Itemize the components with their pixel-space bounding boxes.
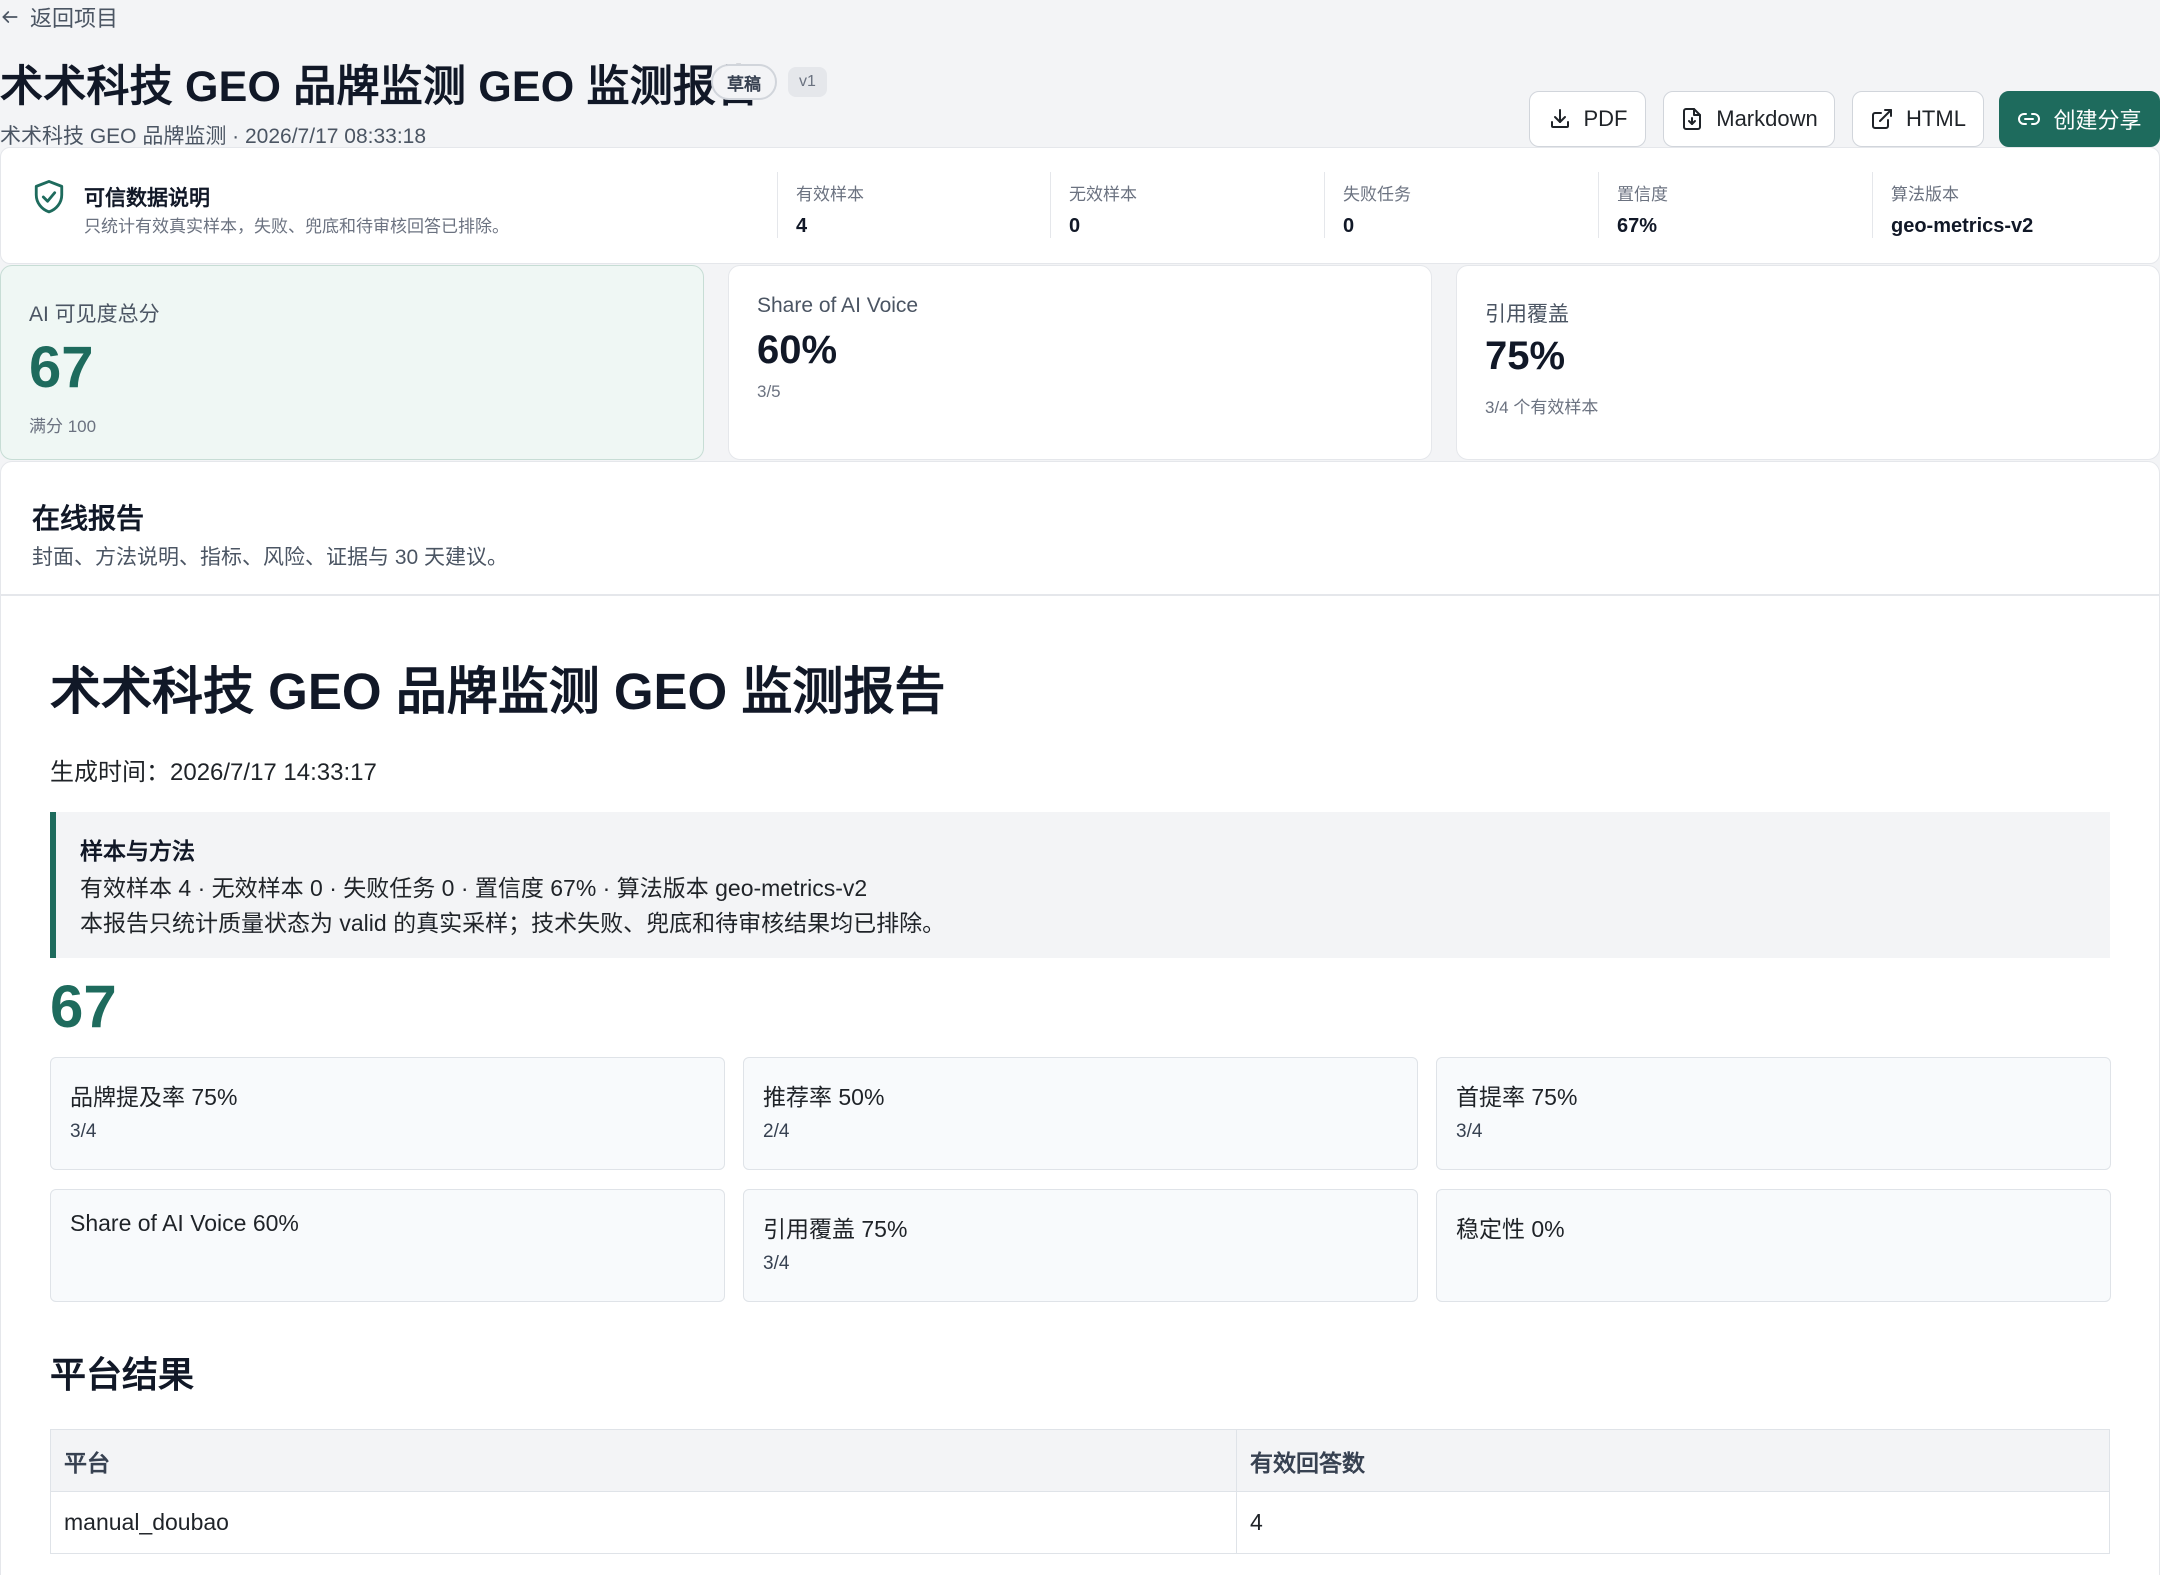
shield-check-icon: [34, 180, 64, 214]
method-summary: 有效样本 4 · 无效样本 0 · 失败任务 0 · 置信度 67% · 算法版…: [80, 875, 868, 901]
platform-results-title: 平台结果: [50, 1354, 195, 1395]
kpi-label: 推荐率 50%: [763, 1084, 885, 1110]
metric-value: 67: [29, 335, 94, 400]
kpi-card-first-mention: 首提率 75% 3/4: [1436, 1057, 2111, 1170]
column-header-valid-answers: 有效回答数: [1236, 1429, 2110, 1492]
stat-value: geo-metrics-v2: [1891, 215, 2034, 237]
back-link[interactable]: 返回项目: [0, 2, 118, 32]
metric-sub: 3/4 个有效样本: [1485, 398, 1599, 417]
online-report-panel: [0, 461, 2160, 1575]
table-header-row: 平台 有效回答数: [50, 1429, 2110, 1492]
metric-value: 75%: [1485, 334, 1566, 378]
file-download-icon: [1683, 108, 1702, 130]
kpi-card-citation-coverage: 引用覆盖 75% 3/4: [743, 1189, 1418, 1302]
trust-title: 可信数据说明: [84, 187, 210, 210]
back-link-label: 返回项目: [30, 6, 119, 31]
metric-sub: 满分 100: [29, 417, 97, 436]
metric-card-citation-coverage: 引用覆盖 75% 3/4 个有效样本: [1456, 265, 2160, 460]
version-badge: v1: [788, 67, 827, 97]
kpi-card-recommendation: 推荐率 50% 2/4: [743, 1057, 1418, 1170]
metric-card-visibility-score: AI 可见度总分 67 满分 100: [0, 265, 704, 460]
page-subtitle: 术术科技 GEO 品牌监测 · 2026/7/17 08:33:18: [0, 125, 427, 148]
kpi-label: 引用覆盖 75%: [763, 1216, 908, 1242]
stat-value: 0: [1069, 215, 1081, 237]
online-report-description: 封面、方法说明、指标、风险、证据与 30 天建议。: [32, 546, 509, 569]
stat-value: 67%: [1617, 215, 1658, 237]
kpi-label: 首提率 75%: [1456, 1084, 1578, 1110]
stat-label: 有效样本: [796, 185, 864, 204]
stat-confidence: 置信度 67%: [1598, 172, 1668, 238]
column-header-platform: 平台: [50, 1429, 1237, 1492]
kpi-sub: 3/4: [1456, 1121, 1483, 1142]
online-report-title: 在线报告: [32, 503, 145, 534]
metric-label: Share of AI Voice: [757, 294, 919, 317]
kpi-label: Share of AI Voice 60%: [70, 1210, 299, 1236]
export-pdf-label: PDF: [1583, 106, 1628, 131]
kpi-card-share-of-voice: Share of AI Voice 60%: [50, 1189, 725, 1302]
stat-label: 置信度: [1617, 185, 1668, 204]
export-markdown-label: Markdown: [1716, 106, 1818, 131]
stat-algorithm-version: 算法版本 geo-metrics-v2: [1872, 172, 2033, 238]
kpi-sub: 2/4: [763, 1121, 790, 1142]
export-markdown-button[interactable]: Markdown: [1663, 91, 1835, 147]
kpi-sub: 3/4: [763, 1253, 790, 1274]
kpi-label: 稳定性 0%: [1456, 1216, 1565, 1242]
table-row: manual_doubao 4: [50, 1491, 2110, 1554]
external-link-icon: [1872, 109, 1893, 129]
stat-failed-tasks: 失败任务 0: [1324, 172, 1411, 238]
table-cell-valid-answers: 4: [1236, 1491, 2110, 1554]
stat-value: 4: [796, 215, 808, 237]
link-icon: [2018, 113, 2041, 125]
stat-label: 无效样本: [1069, 185, 1137, 204]
status-badge: 草稿: [711, 64, 777, 100]
export-pdf-button[interactable]: PDF: [1529, 91, 1646, 147]
report-generated-time: 生成时间：2026/7/17 14:33:17: [50, 759, 377, 786]
report-score: 67: [50, 973, 117, 1040]
kpi-card-brand-mention: 品牌提及率 75% 3/4: [50, 1057, 725, 1170]
table-cell-platform: manual_doubao: [50, 1491, 1237, 1554]
stat-label: 算法版本: [1891, 185, 1959, 204]
stat-label: 失败任务: [1343, 185, 1411, 204]
create-share-label: 创建分享: [2053, 108, 2142, 133]
report-title: 术术科技 GEO 品牌监测 GEO 监测报告: [50, 663, 946, 720]
stat-value: 0: [1343, 215, 1355, 237]
stat-valid-samples: 有效样本 4: [777, 172, 864, 238]
metric-value: 60%: [757, 328, 838, 372]
metric-sub: 3/5: [757, 382, 781, 401]
divider: [0, 594, 2160, 596]
trust-description: 只统计有效真实样本，失败、兜底和待审核回答已排除。: [84, 217, 509, 236]
export-html-button[interactable]: HTML: [1852, 91, 1984, 147]
page-title: 术术科技 GEO 品牌监测 GEO 监测报告: [0, 63, 760, 111]
kpi-card-stability: 稳定性 0%: [1436, 1189, 2111, 1302]
kpi-sub: 3/4: [70, 1121, 97, 1142]
method-note: 本报告只统计质量状态为 valid 的真实采样；技术失败、兜底和待审核结果均已排…: [80, 910, 946, 936]
platform-results-table: 平台 有效回答数 manual_doubao 4: [50, 1429, 2110, 1554]
arrow-left-icon: [2, 11, 18, 23]
method-title: 样本与方法: [80, 838, 195, 864]
download-icon: [1550, 109, 1569, 128]
stat-invalid-samples: 无效样本 0: [1050, 172, 1137, 238]
export-html-label: HTML: [1906, 106, 1966, 131]
metric-label: 引用覆盖: [1485, 303, 1569, 326]
kpi-label: 品牌提及率 75%: [70, 1084, 238, 1110]
metric-card-share-of-voice: Share of AI Voice 60% 3/5: [728, 265, 1432, 460]
create-share-button[interactable]: 创建分享: [1999, 91, 2160, 147]
metric-label: AI 可见度总分: [29, 303, 160, 326]
